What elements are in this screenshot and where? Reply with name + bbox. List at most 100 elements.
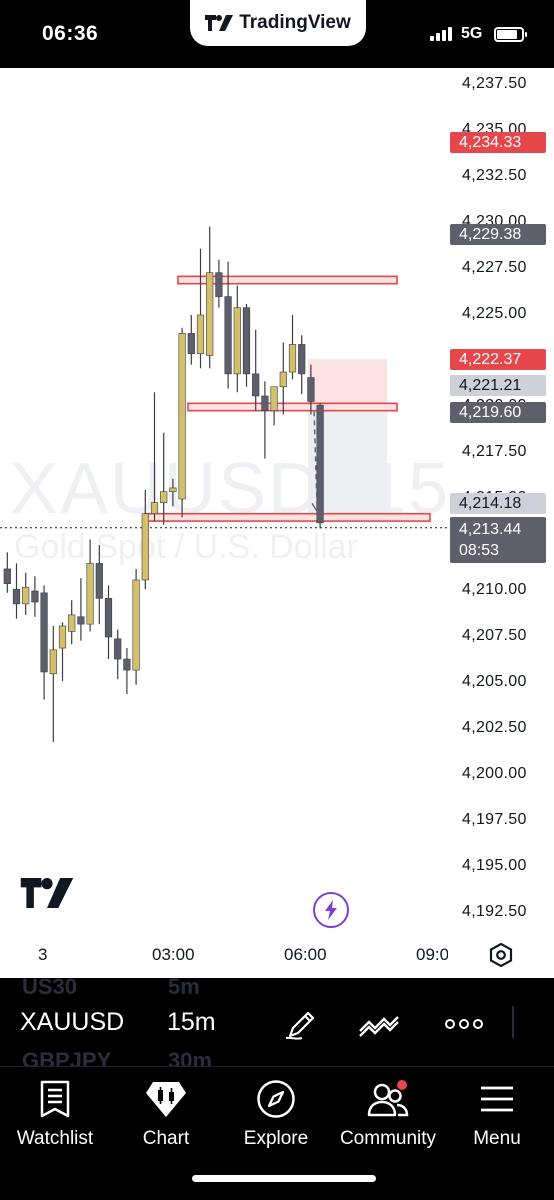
- bullish-candle: [206, 272, 214, 356]
- symbol-selector[interactable]: XAUUSD: [20, 1008, 124, 1037]
- bearish-candle: [261, 395, 269, 411]
- price-axis-label: 4,200.00: [462, 765, 527, 782]
- bearish-candle: [242, 307, 251, 375]
- time-label: 3: [38, 945, 48, 964]
- bullish-candle: [49, 649, 57, 675]
- nav-label: Explore: [243, 1128, 309, 1149]
- nav-item-community[interactable]: Community: [336, 1077, 440, 1157]
- position-stop-zone: [308, 359, 387, 404]
- toolbar-divider: [512, 1006, 514, 1038]
- bullish-candle: [233, 307, 241, 375]
- nav-label: Community: [339, 1128, 437, 1149]
- bearish-candle: [3, 568, 11, 584]
- bearish-candle: [77, 616, 85, 625]
- price-axis-label: 4,232.50: [462, 167, 527, 184]
- hamburger-menu-icon: [475, 1077, 519, 1121]
- home-indicator: [192, 1175, 376, 1182]
- bearish-candle: [307, 377, 315, 402]
- indicators-button[interactable]: [357, 1004, 401, 1044]
- bullish-candle: [68, 614, 76, 632]
- price-axis-label: 4,192.50: [462, 903, 527, 920]
- chart-toolbar: US30 5m XAUUSD 15m GBPJPY 30m: [0, 978, 554, 1066]
- bearish-candle: [252, 373, 260, 397]
- network-type: 5G: [461, 25, 483, 42]
- drawing-tools-button[interactable]: [278, 1004, 322, 1044]
- price-badge-red: 4,222.37: [450, 349, 546, 370]
- nav-label: Watchlist: [16, 1128, 94, 1149]
- interval-selector[interactable]: 15m: [167, 1008, 216, 1037]
- tradingview-watermark-logo-icon[interactable]: [20, 878, 74, 913]
- price-badge-light: 4,221.21: [450, 375, 546, 396]
- price-axis-label: 4,225.00: [462, 305, 527, 322]
- lightning-icon: [325, 900, 337, 920]
- nav-item-chart[interactable]: Chart: [126, 1077, 206, 1157]
- bullish-candle: [22, 587, 30, 605]
- nav-item-explore[interactable]: Explore: [236, 1077, 316, 1157]
- price-axis-label: 4,202.50: [462, 719, 527, 736]
- time-label: 09:0: [416, 945, 448, 964]
- nav-item-menu[interactable]: Menu: [462, 1077, 532, 1157]
- nav-label: Menu: [473, 1128, 521, 1149]
- bearish-candle: [298, 344, 306, 375]
- bullish-candle: [141, 513, 149, 581]
- bearish-candle: [215, 272, 223, 297]
- status-bar: 06:36 TradingView 5G: [0, 0, 554, 68]
- bottom-navigation: Watchlist Chart Explore Community Menu: [0, 1066, 554, 1200]
- community-icon: [366, 1077, 410, 1121]
- more-dots-icon: [445, 1019, 483, 1029]
- bearish-candle: [316, 404, 324, 524]
- nav-item-watchlist[interactable]: Watchlist: [10, 1077, 100, 1157]
- bullish-candle: [150, 502, 159, 515]
- time-label: 06:00: [284, 945, 327, 964]
- dynamic-island-banner[interactable]: TradingView: [190, 0, 366, 46]
- battery-icon: [494, 27, 527, 42]
- bearish-candle: [40, 592, 48, 673]
- price-axis-label: 4,205.00: [462, 673, 527, 690]
- price-axis-label: 4,197.50: [462, 811, 527, 828]
- pen-icon: [285, 1011, 315, 1040]
- bullish-candle: [288, 344, 297, 373]
- bearish-candle: [12, 588, 21, 605]
- current-price: 4,213.44: [459, 521, 522, 538]
- chart-diamond-icon: [144, 1077, 188, 1121]
- price-badge-dark: 4,219.60: [450, 402, 546, 423]
- symbol-picker-prev[interactable]: US30: [22, 978, 77, 1000]
- more-options-button[interactable]: [442, 1004, 486, 1044]
- price-axis-label: 4,227.50: [462, 259, 527, 276]
- chart-settings-button[interactable]: [486, 940, 516, 970]
- interval-picker-next[interactable]: 30m: [168, 1048, 212, 1066]
- bullish-candle: [160, 491, 168, 503]
- hexagon-settings-icon: [489, 942, 513, 968]
- support-resistance-zone: [187, 402, 398, 412]
- price-badge-gray: 4,229.38: [450, 224, 546, 245]
- bullish-candle: [58, 625, 67, 649]
- bullish-candle: [279, 371, 287, 388]
- price-axis-label: 4,195.00: [462, 857, 527, 874]
- price-axis-label: 4,207.50: [462, 627, 527, 644]
- lightning-quick-action-button[interactable]: [313, 892, 349, 928]
- cellular-signal-icon: [430, 27, 452, 41]
- bearish-candle: [31, 590, 39, 603]
- bullish-candle: [178, 333, 186, 500]
- indicators-icon: [359, 1016, 399, 1037]
- time-axis[interactable]: 3 03:00 06:00 09:0: [0, 940, 554, 978]
- price-axis-label: 4,217.50: [462, 443, 527, 460]
- compass-icon: [254, 1077, 298, 1121]
- bullish-candle: [270, 386, 278, 411]
- bearish-candle: [95, 563, 103, 599]
- symbol-picker-next[interactable]: GBPJPY: [22, 1048, 111, 1066]
- bearish-candle: [114, 638, 122, 660]
- status-time: 06:36: [42, 22, 99, 45]
- price-axis-label: 4,237.50: [462, 75, 527, 92]
- interval-picker-prev[interactable]: 5m: [168, 978, 200, 1000]
- chart-area[interactable]: XAUUSD, 15 Gold Spot / U.S. Dollar 4,237…: [0, 68, 554, 978]
- support-resistance-zone: [144, 512, 431, 522]
- watchlist-icon: [33, 1077, 77, 1121]
- tradingview-logo-icon: [205, 15, 234, 31]
- price-axis-label: 4,210.00: [462, 581, 527, 598]
- bullish-candle: [196, 314, 205, 354]
- bearish-candle: [123, 658, 131, 671]
- bullish-candle: [169, 487, 177, 492]
- time-label: 03:00: [152, 945, 195, 964]
- current-price-badge: 4,213.44 08:53: [450, 517, 546, 563]
